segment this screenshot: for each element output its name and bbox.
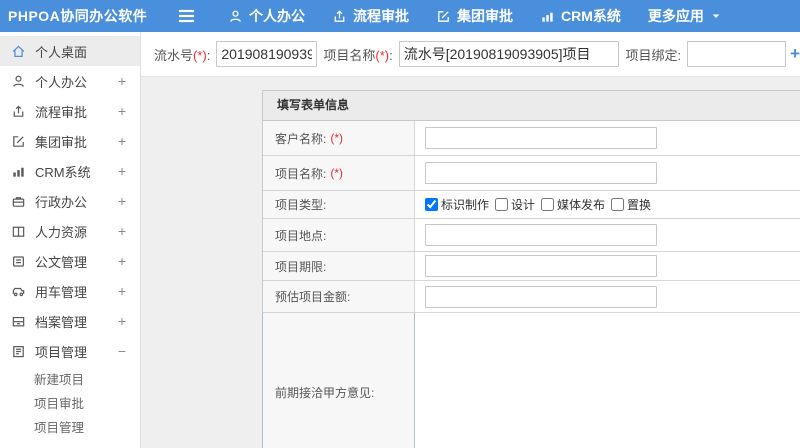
estimated-amount-input[interactable] [425,285,657,308]
topnav-personal-office[interactable]: 个人办公 [228,6,305,26]
home-icon [10,43,26,59]
topnav-label: 个人办公 [249,8,305,24]
expand-plus[interactable]: + [118,253,126,269]
checkbox-sign-production[interactable] [425,198,438,211]
topnav-label: 集团审批 [457,8,513,24]
form-row-project-location: 项目地点: [263,219,800,252]
document-icon [10,253,26,269]
sidebar-item-workflow-approval[interactable]: 流程审批 + [0,96,140,126]
edit-icon [436,9,451,24]
topnav-more-apps[interactable]: 更多应用 [648,6,722,26]
checkbox-design[interactable] [495,198,509,211]
form-row-estimated-amount: 预估项目金额: [263,281,800,313]
expand-plus[interactable]: + [118,103,126,119]
chart-icon [540,9,555,24]
topnav-group-approval[interactable]: 集团审批 [436,6,513,26]
checkbox-label: 置换 [627,198,652,212]
form-row-preliminary-opinion: 前期接洽甲方意见: [262,313,800,448]
expand-plus[interactable]: + [118,223,126,239]
sidebar-item-personal-office[interactable]: 个人办公 + [0,66,140,96]
project-term-input[interactable] [425,255,657,277]
sidebar-item-crm-system[interactable]: CRM系统 + [0,156,140,186]
book-icon [10,223,26,239]
serial-number-label: 流水号(*): [154,47,211,63]
topbar: PHPOA协同办公软件 个人办公 流程审批 集团审批 CRM系统 更多应用 [0,0,800,32]
preliminary-opinion-textarea[interactable] [415,313,800,448]
sidebar: 个人桌面 个人办公 + 流程审批 + 集团审批 + CRM系统 + 行政办公 +… [0,32,141,448]
expand-plus[interactable]: + [118,283,126,299]
app-window: PHPOA协同办公软件 个人办公 流程审批 集团审批 CRM系统 更多应用 个人… [0,0,800,448]
project-location-input[interactable] [425,224,657,246]
record-header-bar: 流水号(*): 项目名称(*): 项目绑定: + [141,32,800,77]
expand-plus[interactable]: + [118,133,126,149]
sidebar-item-human-resources[interactable]: 人力资源 + [0,216,140,246]
form-row-project-type: 项目类型: 标识制作 设计 媒体发布 置换 [263,191,800,219]
sidebar-subitem-new-project[interactable]: 新建项目 [0,366,140,390]
sidebar-item-archive-management[interactable]: 档案管理 + [0,306,140,336]
checkbox-label: 标识制作 [441,198,490,212]
checkbox-exchange[interactable] [611,198,625,211]
expand-plus[interactable]: + [118,163,126,179]
user-icon [10,73,26,89]
sidebar-item-personal-desktop[interactable]: 个人桌面 [0,36,140,66]
project-location-label: 项目地点: [263,219,415,251]
app-logo: PHPOA协同办公软件 [8,8,148,24]
customer-name-input[interactable] [425,127,657,149]
expand-minus[interactable]: − [118,343,126,359]
chart-icon [10,163,26,179]
edit-icon [10,133,26,149]
sidebar-subitem-project-management[interactable]: 项目管理 [0,414,140,438]
expand-plus[interactable]: + [118,73,126,89]
archive-icon [10,313,26,329]
topnav-crm-system[interactable]: CRM系统 [540,6,621,26]
project-type-checkbox-group: 标识制作 设计 媒体发布 置换 [425,196,657,213]
sidebar-subitem-project-approval[interactable]: 项目审批 [0,390,140,414]
form-row-project-term: 项目期限: [263,252,800,281]
top-navigation: 个人办公 流程审批 集团审批 CRM系统 更多应用 [228,6,749,26]
user-icon [228,9,243,24]
form-panel-title: 填写表单信息 [263,91,800,121]
form-row-project-name: 项目名称: (*) [263,156,800,191]
topnav-label: CRM系统 [561,8,621,24]
project-name-field-input[interactable] [425,162,657,184]
form-panel: 填写表单信息 客户名称:(*) 项目名称:(*) 项目类型: 标识制作 设计 [262,90,800,448]
topnav-label: 流程审批 [353,8,409,24]
topnav-label: 更多应用 [647,8,704,24]
sidebar-item-admin-office[interactable]: 行政办公 + [0,186,140,216]
hamburger-menu-icon[interactable] [178,9,198,23]
checkbox-label: 设计 [511,198,536,212]
expand-plus[interactable]: + [118,193,126,209]
topnav-workflow-approval[interactable]: 流程审批 [332,6,409,26]
car-icon [10,283,26,299]
clipboard-icon [10,343,26,359]
add-button[interactable]: + [790,44,800,64]
project-type-label: 项目类型: [263,191,415,218]
caret-down-icon [710,10,722,22]
sidebar-item-vehicle-management[interactable]: 用车管理 + [0,276,140,306]
project-name-field-label: 项目名称: (*) [263,156,415,190]
project-name-input[interactable] [398,41,620,67]
form-row-customer-name: 客户名称: (*) [263,121,800,156]
project-name-label: 项目名称(*): [323,47,393,63]
project-term-label: 项目期限: [263,252,415,280]
estimated-amount-label: 预估项目金额: [263,281,415,312]
briefcase-icon [10,193,26,209]
sidebar-item-group-approval[interactable]: 集团审批 + [0,126,140,156]
sidebar-item-project-management[interactable]: 项目管理 − [0,336,140,366]
preliminary-opinion-label: 前期接洽甲方意见: [263,313,415,448]
flow-icon [10,103,26,119]
sidebar-item-document-management[interactable]: 公文管理 + [0,246,140,276]
customer-name-label: 客户名称: (*) [263,121,415,155]
project-bind-input[interactable] [687,41,787,67]
flow-icon [332,9,347,24]
checkbox-label: 媒体发布 [557,198,606,212]
checkbox-media-release[interactable] [541,198,555,211]
project-bind-label: 项目绑定: [625,47,682,63]
serial-number-input[interactable] [216,41,318,67]
expand-plus[interactable]: + [118,313,126,329]
main-content: 流水号(*): 项目名称(*): 项目绑定: + 填写表单信息 客户名称:(*)… [141,32,800,448]
